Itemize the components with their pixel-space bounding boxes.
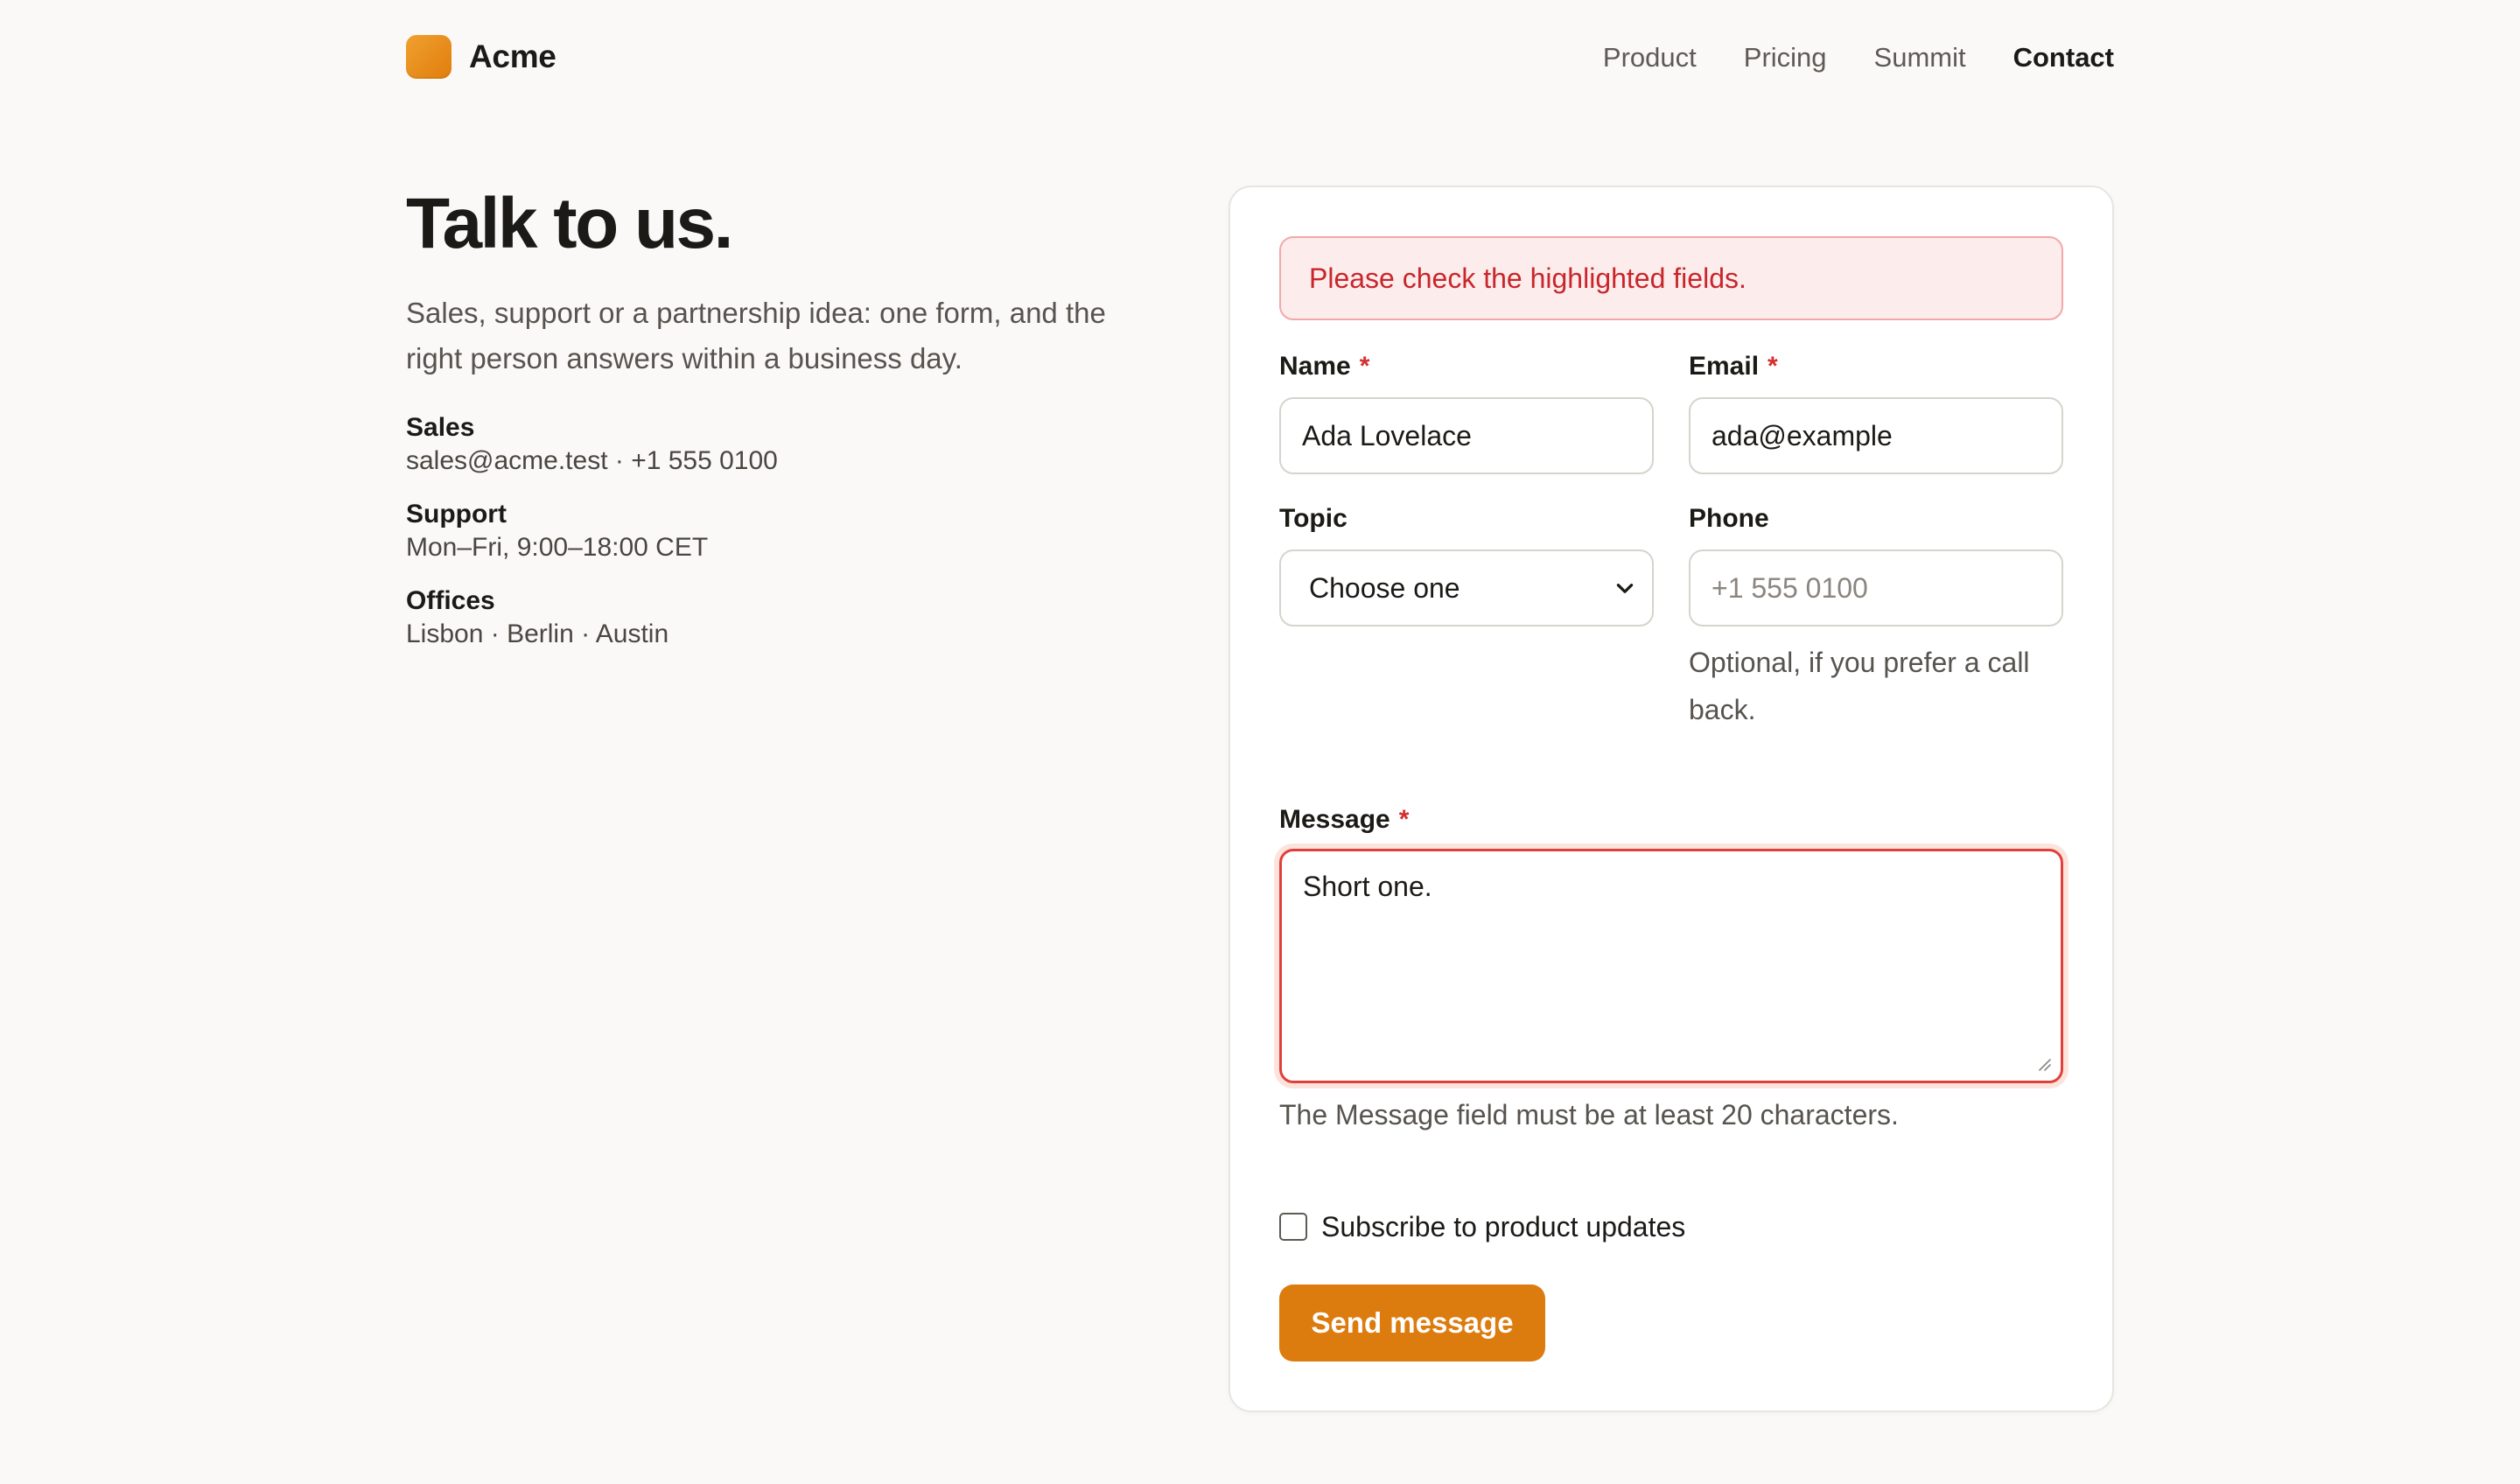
phone-input[interactable]: [1689, 550, 2063, 626]
info-value: Lisbon · Berlin · Austin: [406, 620, 669, 648]
nav-item-contact[interactable]: Contact: [2013, 40, 2114, 75]
hero-section: Talk to us. Sales, support or a partners…: [406, 180, 1158, 671]
nav-item-pricing[interactable]: Pricing: [1744, 40, 1827, 75]
required-marker: *: [1768, 352, 1778, 381]
page-intro: Sales, support or a partnership idea: on…: [406, 297, 1106, 374]
message-label-text: Message: [1279, 805, 1390, 834]
name-label-text: Name: [1279, 352, 1351, 381]
name-input[interactable]: [1279, 397, 1654, 474]
phone-label: Phone: [1689, 504, 1769, 533]
resize-handle-icon[interactable]: [2035, 1055, 2051, 1071]
phone-field-group: Phone Optional, if you prefer a call bac…: [1689, 502, 2074, 733]
phone-hint: Optional, if you prefer a call back.: [1689, 647, 2030, 725]
topic-label: Topic: [1279, 504, 1348, 533]
name-label: Name *: [1279, 350, 1654, 383]
message-field-group: Message * Short one. The Message field mu…: [1279, 803, 2063, 1134]
email-input[interactable]: [1689, 397, 2063, 474]
info-value: sales@acme.test · +1 555 0100: [406, 446, 778, 475]
message-textarea[interactable]: Short one.: [1279, 849, 2063, 1083]
main-nav: Product Pricing Summit Contact: [1556, 40, 2114, 75]
brand-logo[interactable]: Acme: [406, 35, 556, 79]
info-value: Mon–Fri, 9:00–18:00 CET: [406, 533, 709, 562]
email-label-text: Email: [1689, 352, 1760, 381]
message-label: Message *: [1279, 803, 2063, 836]
topic-selected-value: Choose one: [1309, 572, 1460, 604]
contact-info-offices: Offices Lisbon · Berlin · Austin: [406, 584, 1158, 651]
contact-info-support: Support Mon–Fri, 9:00–18:00 CET: [406, 498, 1158, 564]
contact-form: Please check the highlighted fields. Nam…: [1228, 186, 2114, 1412]
topic-field-group: Topic Choose one: [1279, 502, 1654, 626]
chevron-down-icon: [1616, 584, 1634, 593]
subscribe-label[interactable]: Subscribe to product updates: [1321, 1209, 1685, 1244]
info-label: Offices: [406, 586, 495, 615]
nav-item-summit[interactable]: Summit: [1874, 40, 1966, 75]
form-error-alert: Please check the highlighted fields.: [1279, 236, 2063, 320]
info-label: Support: [406, 500, 507, 528]
site-header: Acme Product Pricing Summit Contact: [406, 32, 2114, 82]
message-textarea-wrap: Short one.: [1279, 849, 2063, 1083]
brand-name: Acme: [469, 38, 556, 74]
subscribe-checkbox[interactable]: [1279, 1213, 1307, 1241]
page-title: Talk to us.: [406, 184, 733, 263]
subscribe-row[interactable]: Subscribe to product updates: [1279, 1209, 1685, 1244]
message-error: The Message field must be at least 20 ch…: [1279, 1099, 1899, 1130]
name-field-group: Name *: [1279, 350, 1654, 474]
topic-select[interactable]: Choose one: [1279, 550, 1654, 626]
required-marker: *: [1398, 805, 1410, 834]
brand-logo-icon: [406, 35, 452, 79]
contact-info-sales: Sales sales@acme.test · +1 555 0100: [406, 411, 1158, 478]
contact-info: Sales sales@acme.test · +1 555 0100 Supp…: [406, 411, 1158, 651]
required-marker: *: [1359, 352, 1370, 381]
email-field-group: Email *: [1689, 350, 2063, 474]
send-message-button[interactable]: Send message: [1279, 1284, 1545, 1362]
nav-item-product[interactable]: Product: [1603, 40, 1697, 75]
info-label: Sales: [406, 413, 475, 442]
email-label: Email *: [1689, 350, 2063, 383]
